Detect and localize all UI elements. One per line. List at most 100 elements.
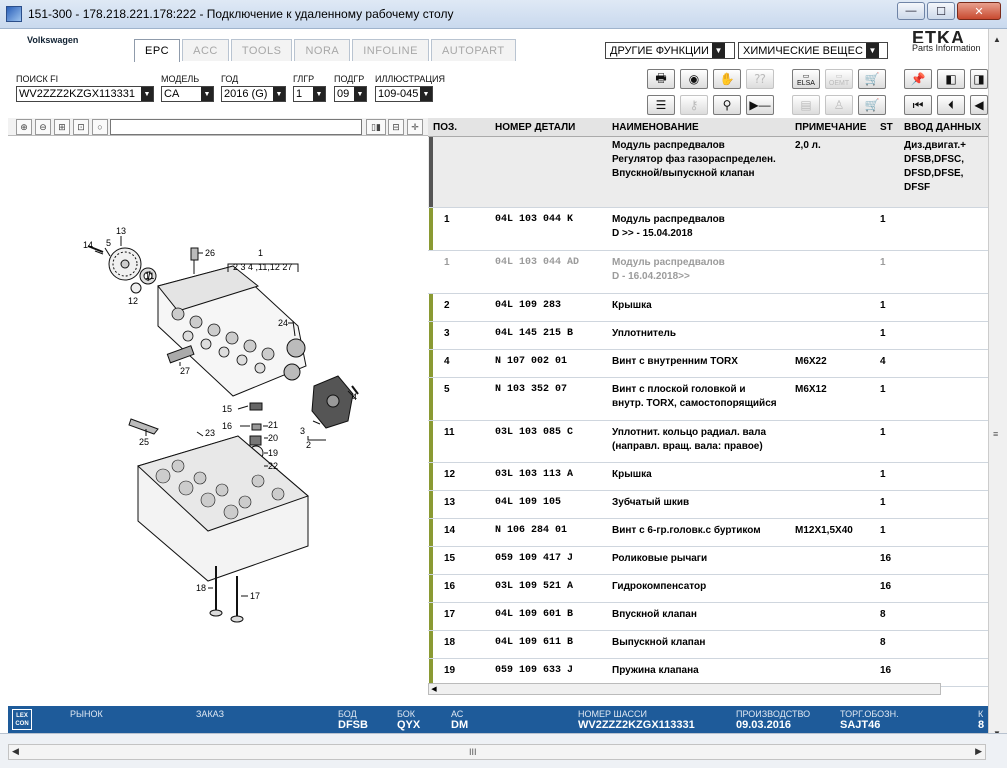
table-row[interactable]: 5 N 103 352 07 Винт с плоской головкой и вн… xyxy=(428,378,988,421)
illustration-select[interactable]: 109-045 ▼ xyxy=(375,86,433,102)
cell-part-number: N 103 352 07 xyxy=(495,384,568,395)
minimize-button[interactable]: — xyxy=(897,2,925,20)
callout-18: 18 xyxy=(196,583,206,593)
model-select[interactable]: CA ▼ xyxy=(161,86,214,102)
col-position[interactable]: ПОЗ. xyxy=(433,122,457,133)
next-page-button[interactable]: ◨ xyxy=(970,69,988,89)
row-marker xyxy=(429,519,433,546)
table-row[interactable]: 17 04L 109 601 B Впускной клапан 8 xyxy=(428,603,988,631)
crosshair-button[interactable]: ✛ xyxy=(407,119,423,135)
arrow-button[interactable]: ▶— xyxy=(746,95,774,115)
table-row[interactable]: 16 03L 109 521 A Гидрокомпенсатор 16 xyxy=(428,575,988,603)
volkswagen-logo: Volkswagen xyxy=(27,35,79,45)
key-button[interactable]: ⚷ xyxy=(680,95,708,115)
scroll-left-icon[interactable]: ◀ xyxy=(429,684,439,694)
first-page-button[interactable]: ⏮ xyxy=(904,95,932,115)
zoom-out-button[interactable]: ⊖ xyxy=(35,119,51,135)
list-button[interactable]: ☰ xyxy=(647,95,675,115)
tab-tools[interactable]: TOOLS xyxy=(230,39,293,61)
table-row[interactable]: 18 04L 109 611 B Выпускной клапан 8 xyxy=(428,631,988,659)
chevron-down-icon: ▼ xyxy=(313,87,325,101)
row-marker xyxy=(429,463,433,490)
oemt-button[interactable]: ▭ OEMT xyxy=(825,69,853,89)
cell-name: Зубчатый шкив xyxy=(612,497,690,508)
cell-name: Роликовые рычаги xyxy=(612,553,708,564)
maximize-button[interactable]: ☐ xyxy=(927,2,955,20)
chassis-value: WV2ZZZ2KZGX113331 xyxy=(578,719,695,731)
zoom-area-button[interactable]: ⊞ xyxy=(54,119,70,135)
tab-acc[interactable]: ACC xyxy=(182,39,229,61)
col-data-input[interactable]: ВВОД ДАННЫХ xyxy=(904,122,981,133)
table-row[interactable]: 13 04L 109 105 Зубчатый шкив 1 xyxy=(428,491,988,519)
cell-st: 1 xyxy=(880,214,886,225)
scroll-thumb[interactable]: III xyxy=(469,747,477,757)
window-vertical-scrollbar[interactable]: ▲ ≡ ▼ xyxy=(988,29,1007,749)
col-name[interactable]: НАИМЕНОВАНИЕ xyxy=(612,122,699,133)
layout-button[interactable]: ▯▮ xyxy=(366,119,386,135)
magnifier-button[interactable]: ○ xyxy=(92,119,108,135)
scroll-up-icon[interactable]: ▲ xyxy=(993,35,1001,44)
table-row[interactable]: 2 04L 109 283 Крышка 1 xyxy=(428,294,988,322)
tab-autopart[interactable]: AUTOPART xyxy=(430,39,516,61)
split-button[interactable]: ⊟ xyxy=(388,119,404,135)
scroll-right-icon[interactable]: ▶ xyxy=(975,746,982,757)
chevron-down-icon: ▼ xyxy=(420,87,432,101)
table-row[interactable]: 3 04L 145 215 B Уплотнитель 1 xyxy=(428,322,988,350)
disc-icon: ◉ xyxy=(688,72,700,86)
col-note[interactable]: ПРИМЕЧАНИЕ xyxy=(795,122,866,133)
table-row[interactable]: 12 03L 103 113 A Крышка 1 xyxy=(428,463,988,491)
tab-nora[interactable]: NORA xyxy=(294,39,351,61)
table-row[interactable]: 1 04L 103 044 K Модуль распредвалов D >> - … xyxy=(428,208,988,251)
chevron-down-icon: ▼ xyxy=(273,87,285,101)
pin-button[interactable]: 📌 xyxy=(904,69,932,89)
table-row[interactable]: 4 N 107 002 01 Винт с внутренним TORX M6X22… xyxy=(428,350,988,378)
cart-button[interactable]: 🛒 xyxy=(858,95,886,115)
compare-button[interactable]: ▤ xyxy=(792,95,820,115)
worker-button[interactable]: ♙ xyxy=(825,95,853,115)
subgroup-select[interactable]: 09 ▼ xyxy=(334,86,367,102)
tab-infoline[interactable]: INFOLINE xyxy=(352,39,429,61)
col-st[interactable]: ST xyxy=(880,122,893,133)
zoom-in-button[interactable]: ⊕ xyxy=(16,119,32,135)
prev-step-button[interactable]: ◀ xyxy=(970,95,988,115)
table-row[interactable]: 11 03L 103 085 C Уплотнит. кольцо радиал. … xyxy=(428,421,988,463)
close-button[interactable]: ✕ xyxy=(957,2,1001,20)
cell-st: 16 xyxy=(880,581,892,592)
info-button[interactable]: ◉ xyxy=(680,69,708,89)
year-value: 2016 (G) xyxy=(224,88,268,100)
other-functions-select[interactable]: ДРУГИЕ ФУНКЦИИ ▼ xyxy=(605,42,735,59)
print-button[interactable]: 🖶 xyxy=(647,69,675,89)
table-group-header[interactable]: Модуль распредвалов Регулятор фаз газора… xyxy=(428,137,988,208)
scroll-grip-icon[interactable]: ≡ xyxy=(993,429,1003,439)
cell-position: 14 xyxy=(444,525,456,536)
cart-add-button[interactable]: 🛒 xyxy=(858,69,886,89)
fit-button[interactable]: ⊡ xyxy=(73,119,89,135)
vehicle-button[interactable]: ⚲ xyxy=(713,95,741,115)
chemicals-label: ХИМИЧЕСКИЕ ВЕЩЕС xyxy=(743,44,863,57)
cell-name: Винт с внутренним TORX xyxy=(612,356,738,367)
chemicals-select[interactable]: ХИМИЧЕСКИЕ ВЕЩЕС ▼ xyxy=(738,42,888,59)
vin-search-field[interactable]: WV2ZZZ2KZGX113331 ▼ xyxy=(16,86,154,102)
main-group-select[interactable]: 1 ▼ xyxy=(293,86,326,102)
table-horizontal-scrollbar[interactable]: ◀ xyxy=(428,683,941,695)
year-select[interactable]: 2016 (G) ▼ xyxy=(221,86,286,102)
window-horizontal-scrollbar[interactable]: ◀ III ▶ xyxy=(8,744,986,760)
cell-part-number: 04L 103 044 K xyxy=(495,214,574,225)
back-page-button[interactable]: ◧ xyxy=(937,69,965,89)
vehicle-status-bar: LEX CON РЫНОК ЗАКАЗ БОД DFSB БОК QYX АС … xyxy=(8,706,988,733)
group-name-line: Модуль распредвалов xyxy=(612,140,725,151)
help-button[interactable]: ⁇ xyxy=(746,69,774,89)
image-search-field[interactable] xyxy=(110,119,362,135)
elsa-button[interactable]: ▭ ELSA xyxy=(792,69,820,89)
cell-part-number: 04L 103 044 AD xyxy=(495,257,580,268)
col-part-number[interactable]: НОМЕР ДЕТАЛИ xyxy=(495,122,575,133)
cell-name: D >> - 15.04.2018 xyxy=(612,228,693,239)
previous-page-button[interactable]: ⏴ xyxy=(937,95,965,115)
table-row[interactable]: 14 N 106 284 01 Винт с 6-гр.головк.с бурти… xyxy=(428,519,988,547)
group-input-line: DFSB,DFSC, xyxy=(904,154,964,165)
table-row[interactable]: 1 04L 103 044 AD Модуль распредвалов D - 16… xyxy=(428,251,988,294)
tab-epc[interactable]: EPC xyxy=(134,39,181,62)
handshake-button[interactable]: ✋ xyxy=(713,69,741,89)
table-row[interactable]: 15 059 109 417 J Роликовые рычаги 16 xyxy=(428,547,988,575)
scroll-left-icon[interactable]: ◀ xyxy=(12,746,19,757)
